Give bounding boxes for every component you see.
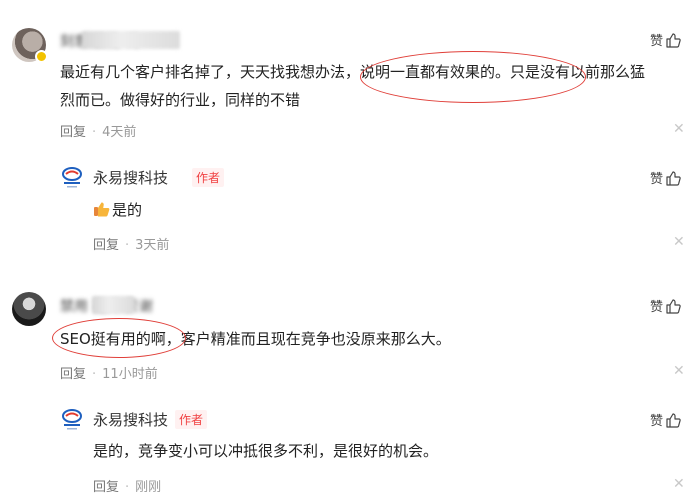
comment-text-line: 最近有几个客户排名掉了，天天找我想办法，说明一直都有效果的。只是没有以前那么猛 <box>60 63 646 81</box>
author-badge: 作者 <box>175 410 208 429</box>
close-icon[interactable]: ✕ <box>673 234 685 250</box>
reply-text: 是的 <box>93 196 142 224</box>
comment-meta: 回复 · 4天前 <box>60 125 137 140</box>
user-avatar[interactable] <box>12 292 46 326</box>
close-icon[interactable]: ✕ <box>673 476 685 492</box>
reply-meta: 回复 · 3天前 <box>93 238 170 253</box>
comment-meta: 回复 · 11小时前 <box>60 367 158 382</box>
like-label: 赞 <box>650 300 664 315</box>
comment-time: 11小时前 <box>102 367 158 382</box>
brand-logo-icon[interactable] <box>60 165 84 189</box>
thumbs-up-emoji-icon <box>94 202 110 217</box>
verified-badge-icon <box>35 50 48 63</box>
like-button[interactable]: 赞 <box>650 30 681 49</box>
reply-text: 是的，竞争变小可以冲抵很多不利，是很好的机会。 <box>93 442 439 460</box>
thumbs-up-icon <box>666 170 681 186</box>
like-button[interactable]: 赞 <box>650 296 681 315</box>
username-redaction <box>92 296 134 314</box>
reply-time: 刚刚 <box>135 480 162 495</box>
close-icon[interactable]: ✕ <box>673 121 685 137</box>
reply-button[interactable]: 回复 <box>60 367 86 382</box>
reply-time: 3天前 <box>135 238 170 253</box>
comment-text-line: 烈而已。做得好的行业，同样的不错 <box>60 91 301 109</box>
reply-username[interactable]: 永易搜科技 <box>93 409 168 430</box>
comment-text: 最近有几个客户排名掉了，天天找我想办法，说明一直都有效果的。只是没有以前那么猛 … <box>60 58 685 114</box>
reply-meta: 回复 · 刚刚 <box>93 480 162 495</box>
like-button[interactable]: 赞 <box>650 168 681 187</box>
reply-button[interactable]: 回复 <box>93 238 119 253</box>
reply-button[interactable]: 回复 <box>93 480 119 495</box>
brand-logo-icon[interactable] <box>60 407 84 431</box>
like-label: 赞 <box>650 414 664 429</box>
username-redaction <box>82 31 180 49</box>
thumbs-up-icon <box>666 32 681 48</box>
author-badge: 作者 <box>192 168 225 187</box>
like-button[interactable]: 赞 <box>650 410 681 429</box>
reply-button[interactable]: 回复 <box>60 125 86 140</box>
like-label: 赞 <box>650 172 664 187</box>
thumbs-up-icon <box>666 412 681 428</box>
close-icon[interactable]: ✕ <box>673 363 685 379</box>
reply-username[interactable]: 永易搜科技 <box>93 167 168 188</box>
comment-text: SEO挺有用的啊，客户精准而且现在竞争也没原来那么大。 <box>60 330 451 348</box>
reply-text-content: 是的 <box>112 201 143 219</box>
like-label: 赞 <box>650 34 664 49</box>
thumbs-up-icon <box>666 298 681 314</box>
comment-time: 4天前 <box>102 125 137 140</box>
